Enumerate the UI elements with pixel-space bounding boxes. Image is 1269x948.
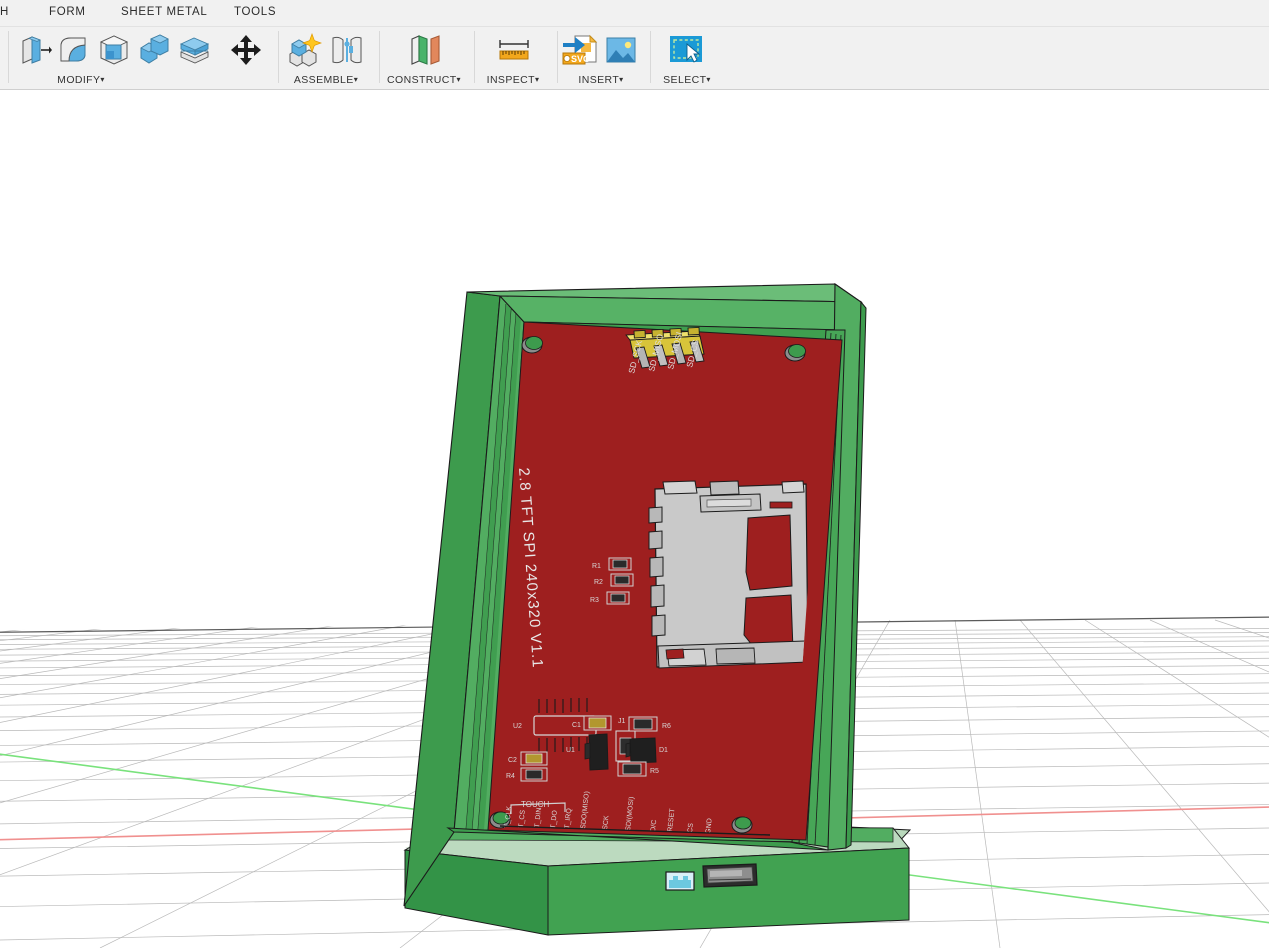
resistor-r2-label: R2 xyxy=(594,579,603,586)
ribbon-tab-tools[interactable]: TOOLS xyxy=(230,4,280,20)
panel-inspect-text: INSPECT xyxy=(486,74,535,86)
component-c1-label: C1 xyxy=(572,722,581,729)
panel-construct-label[interactable]: CONSTRUCT▾ xyxy=(379,74,469,86)
offset-plane-icon[interactable] xyxy=(405,30,445,70)
panel-modify-text: MODIFY xyxy=(57,74,101,86)
new-component-icon[interactable] xyxy=(284,30,324,70)
panel-modify-label[interactable]: MODIFY▾ xyxy=(0,74,212,86)
model-tft-display-stand[interactable]: SD_SCK SD_MISO SD_MOSI SD_CS 2.8 TFT SPI… xyxy=(0,90,1269,948)
panel-construct-text: CONSTRUCT xyxy=(387,74,457,86)
panel-insert: SVG INSERT▾ xyxy=(557,27,645,90)
resistor-r1-label: R1 xyxy=(592,563,601,570)
chevron-down-icon: ▾ xyxy=(534,75,540,84)
fusion-360-window: H FORM SHEET METAL TOOLS MODIFY▾ ASSEMBL… xyxy=(0,0,1269,948)
split-face-icon[interactable] xyxy=(175,30,212,70)
component-r5-label: R6 xyxy=(662,723,671,730)
panel-select-text: SELECT xyxy=(663,74,707,86)
combine-icon[interactable] xyxy=(135,30,172,70)
microsd-card-socket xyxy=(648,480,809,669)
component-c2-label: C2 xyxy=(508,757,517,764)
shell-icon[interactable] xyxy=(96,30,133,70)
socket-slot-mark xyxy=(769,501,793,509)
panel-insert-label[interactable]: INSERT▾ xyxy=(557,74,645,86)
fillet-icon[interactable] xyxy=(56,30,93,70)
ribbon-panel-row: MODIFY▾ ASSEMBLE▾ CONSTRUCT▾ INSPECT▾ SV… xyxy=(0,26,1269,89)
select-window-icon[interactable] xyxy=(666,30,706,70)
resistor-r3-label: R3 xyxy=(590,597,599,604)
component-r6-label: R5 xyxy=(650,768,659,775)
component-d1-label: D1 xyxy=(659,747,668,754)
panel-select: SELECT▾ xyxy=(650,27,724,90)
component-u1-label: U1 xyxy=(566,747,575,754)
component-r4-label: R4 xyxy=(506,773,515,780)
base-usb-cutout xyxy=(665,871,695,891)
measure-icon[interactable] xyxy=(494,30,534,70)
move-copy-icon[interactable] xyxy=(227,30,264,70)
component-u2-label: U2 xyxy=(513,723,522,730)
canvas-image-icon[interactable] xyxy=(602,30,639,70)
panel-inspect-label[interactable]: INSPECT▾ xyxy=(474,74,552,86)
ribbon-tab-form[interactable]: FORM xyxy=(45,4,90,20)
chevron-down-icon: ▾ xyxy=(619,75,624,84)
panel-inspect: INSPECT▾ xyxy=(474,27,552,90)
panel-assemble: ASSEMBLE▾ xyxy=(278,27,374,90)
insert-svg-icon[interactable]: SVG xyxy=(561,30,599,70)
ribbon-tab-sheet-metal[interactable]: SHEET METAL xyxy=(117,4,212,20)
tft-pcb[interactable]: SD_SCK SD_MISO SD_MOSI SD_CS 2.8 TFT SPI… xyxy=(487,321,843,841)
joint-icon[interactable] xyxy=(327,30,367,70)
panel-select-label[interactable]: SELECT▾ xyxy=(650,74,724,86)
panel-assemble-text: ASSEMBLE xyxy=(293,74,354,86)
ribbon-tabstrip: H FORM SHEET METAL TOOLS xyxy=(0,0,1269,26)
panel-assemble-label[interactable]: ASSEMBLE▾ xyxy=(278,74,374,86)
panel-insert-text: INSERT xyxy=(578,74,620,86)
chevron-down-icon: ▾ xyxy=(353,75,359,84)
svg-text:SVG: SVG xyxy=(571,54,590,64)
viewport-3d-canvas[interactable]: SD_SCK SD_MISO SD_MOSI SD_CS 2.8 TFT SPI… xyxy=(0,90,1269,948)
chevron-down-icon: ▾ xyxy=(456,75,461,84)
panel-modify: MODIFY▾ xyxy=(8,27,270,90)
panel-construct: CONSTRUCT▾ xyxy=(379,27,469,90)
base-connector-cutout xyxy=(702,863,758,888)
ribbon-toolbar: H FORM SHEET METAL TOOLS MODIFY▾ ASSEMBL… xyxy=(0,0,1269,90)
socket-cutout-upper xyxy=(745,514,793,591)
press-pull-icon[interactable] xyxy=(16,30,53,70)
bottom-pin-8: D/C xyxy=(650,819,658,832)
component-j1-label: J1 xyxy=(618,718,626,725)
ribbon-tab-sketch[interactable]: H xyxy=(0,4,13,20)
chevron-down-icon: ▾ xyxy=(100,75,105,84)
chevron-down-icon: ▾ xyxy=(706,75,711,84)
